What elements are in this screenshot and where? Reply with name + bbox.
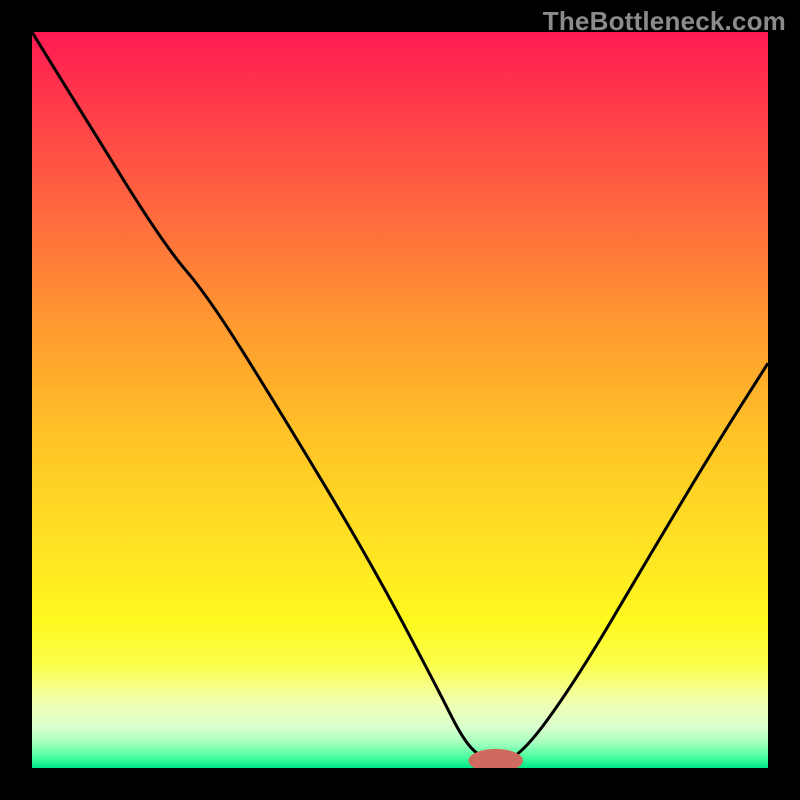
chart-frame: TheBottleneck.com [0,0,800,800]
gradient-background [32,32,768,768]
plot-area [32,32,768,768]
bottleneck-chart [32,32,768,768]
